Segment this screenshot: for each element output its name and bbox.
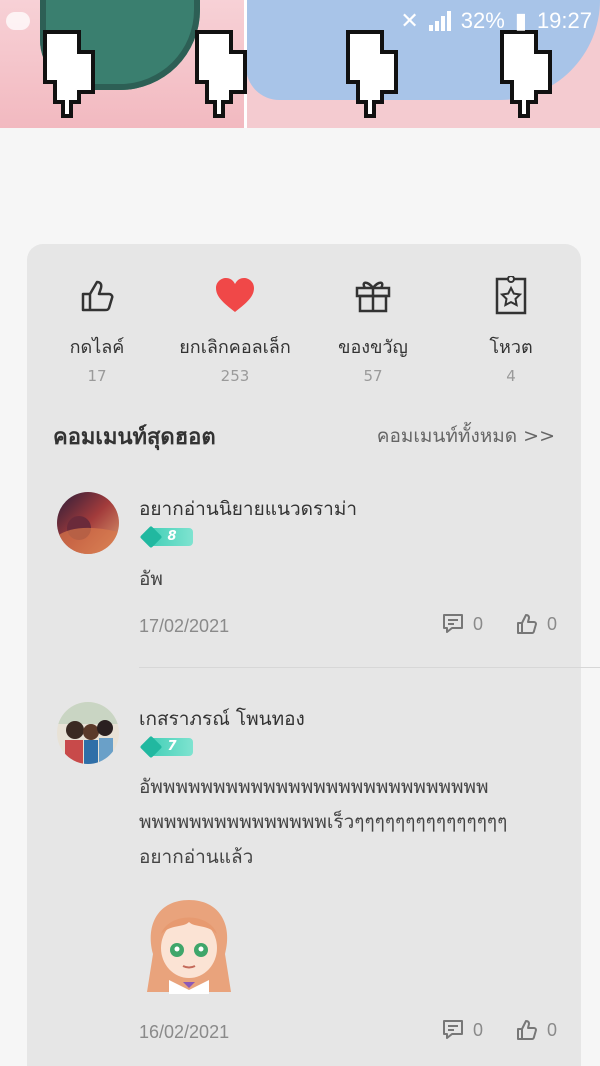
avatar-image [57, 492, 119, 554]
anime-girl-sticker [147, 900, 231, 994]
mute-icon: ✕ [400, 8, 419, 33]
vote-count: 4 [506, 367, 516, 385]
comment-text: อัพพพพพพพพพพพพพพพพพพพพพพพพพพพ พพพพพพพพพพ… [139, 770, 549, 875]
battery-level: 32% [460, 8, 505, 33]
comment-icon [442, 614, 463, 633]
avatar[interactable] [57, 702, 119, 764]
signal-icon [428, 11, 451, 31]
page: ✕ 32% ▮ 19:27 กดไลค์ 17 ยกเลิกคอลเล็ก 25… [0, 0, 600, 1066]
interaction-card: กดไลค์ 17 ยกเลิกคอลเล็ก 253 ของขวัญ 57 โ… [27, 244, 600, 1066]
gift-icon [355, 281, 391, 313]
vote-ticket-icon [495, 276, 527, 315]
clock: 19:27 [536, 8, 592, 33]
avatar[interactable] [57, 492, 119, 554]
hot-comments-header: คอมเมนท์สุดฮอต คอมเมนท์ทั้งหมด >> [53, 416, 555, 456]
comment-text-line: อยากอ่านแล้ว [139, 846, 254, 868]
vote-label: โหวต [489, 337, 533, 358]
vote-button[interactable]: โหวต 4 [441, 274, 581, 385]
uncollect-button[interactable]: ยกเลิกคอลเล็ก 253 [165, 274, 305, 385]
like-count: 0 [546, 613, 557, 634]
gift-count: 57 [363, 367, 383, 385]
hot-comments-title: คอมเมนท์สุดฮอต [53, 424, 216, 450]
pointing-hand-icon [195, 30, 247, 118]
comment-like-button[interactable]: 0 [515, 612, 557, 636]
comment-divider [139, 667, 600, 668]
comment-date: 17/02/2021 [139, 616, 230, 636]
notification-badge-icon [6, 12, 30, 30]
comment-item: อยากอ่านนิยายแนวดราม่า 8 อัพ 17/02/2021 … [57, 492, 600, 668]
battery-charging-icon: ▮ [514, 8, 527, 33]
comment-author[interactable]: อยากอ่านนิยายแนวดราม่า [139, 494, 357, 524]
reply-button[interactable]: 0 [441, 1018, 483, 1042]
comment-date: 16/02/2021 [139, 1022, 230, 1042]
like-button[interactable]: กดไลค์ 17 [27, 274, 167, 385]
gift-button[interactable]: ของขวัญ 57 [303, 274, 443, 385]
collect-label: ยกเลิกคอลเล็ก [179, 337, 291, 358]
pointing-hand-icon [43, 30, 95, 118]
gift-label: ของขวัญ [338, 337, 408, 358]
reply-button[interactable]: 0 [441, 612, 483, 636]
comment-icon [442, 1020, 463, 1039]
thumbs-up-icon [516, 614, 537, 634]
reply-count: 0 [472, 613, 483, 634]
like-count: 17 [87, 367, 107, 385]
comment-author[interactable]: เกสราภรณ์ โพนทอง [139, 704, 305, 734]
pointing-hand-icon [500, 30, 552, 118]
comment-meta: 0 0 [441, 612, 557, 636]
heart-icon [216, 278, 254, 312]
chapter-banner-image: ✕ 32% ▮ 19:27 [0, 0, 600, 128]
pointing-hand-icon [346, 30, 398, 118]
comment-text-line: อัพพพพพพพพพพพพพพพพพพพพพพพพพพพ [139, 776, 489, 798]
action-bar: กดไลค์ 17 ยกเลิกคอลเล็ก 253 ของขวัญ 57 โ… [27, 274, 581, 394]
collect-count: 253 [220, 367, 250, 385]
view-all-comments-link[interactable]: คอมเมนท์ทั้งหมด >> [377, 421, 555, 451]
comment-like-button[interactable]: 0 [515, 1018, 557, 1042]
thumbs-up-icon [516, 1020, 537, 1040]
comment-text: อัพ [139, 568, 163, 590]
level-badge: 8 [139, 525, 193, 549]
status-bar: ✕ 32% ▮ 19:27 [400, 6, 592, 36]
like-count: 0 [546, 1019, 557, 1040]
reply-count: 0 [472, 1019, 483, 1040]
level-badge: 7 [139, 735, 193, 759]
comment-item: เกสราภรณ์ โพนทอง 7 อัพพพพพพพพพพพพพพพพพพพ… [57, 702, 557, 1052]
sticker-image [139, 894, 239, 994]
avatar-image [57, 702, 119, 764]
like-label: กดไลค์ [69, 337, 125, 358]
comment-text-line: พพพพพพพพพพพพพพพเร็วๆๆๆๆๆๆๆๆๆๆๆๆๆๆๆ [139, 811, 508, 833]
thumbs-up-icon [81, 280, 114, 312]
comment-meta: 0 0 [441, 1018, 557, 1042]
